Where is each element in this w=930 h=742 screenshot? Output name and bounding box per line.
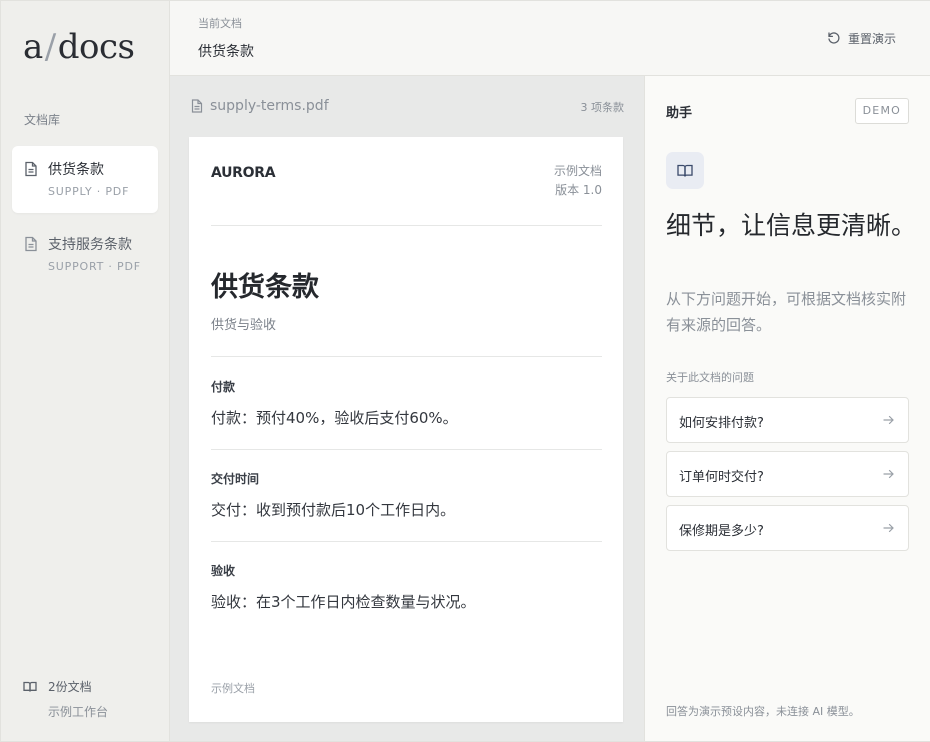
- logo-a: a: [23, 27, 43, 67]
- current-document-label: 当前文档: [198, 17, 242, 30]
- app-window: a/docs 文档库 供货条款 SUPPLY · PDF 支持服务条款 SUPP…: [0, 0, 930, 742]
- sidebar-item-supply[interactable]: 供货条款 SUPPLY · PDF: [12, 146, 158, 213]
- assistant-intro: 从下方问题开始，可根据文档核实附有来源的回答。: [666, 290, 907, 334]
- sidebar-item-subtitle: SUPPLY · PDF: [48, 185, 130, 198]
- questions-label: 关于此文档的问题: [666, 371, 754, 384]
- current-document-title: 供货条款: [198, 44, 254, 60]
- section-body-acceptance: 验收：在3个工作日内检查数量与状况。: [211, 593, 476, 611]
- question-text: 订单何时交付?: [679, 470, 764, 485]
- sidebar-item-title: 支持服务条款: [48, 237, 132, 253]
- document-viewer: supply-terms.pdf 3 项条款 AURORA 示例文档 版本 1.…: [170, 76, 644, 741]
- document-version-tag: 示例文档 版本 1.0: [554, 162, 602, 200]
- file-name: supply-terms.pdf: [210, 98, 329, 114]
- assistant-headline: 细节，让信息更清晰。: [666, 211, 917, 240]
- rotate-ccw-icon: [828, 32, 840, 44]
- assistant-disclaimer: 回答为演示预设内容，未连接 AI 模型。: [666, 705, 860, 718]
- arrow-right-icon: [883, 469, 894, 479]
- document-count: 2份文档: [48, 680, 92, 694]
- assistant-title: 助手: [666, 106, 693, 121]
- question-text: 如何安排付款?: [679, 416, 764, 431]
- top-bar: 当前文档 供货条款 重置演示: [170, 1, 930, 76]
- sidebar-item-subtitle: SUPPORT · PDF: [48, 260, 141, 273]
- book-open-icon: [23, 681, 37, 692]
- divider: [211, 541, 602, 542]
- book-open-icon: [677, 164, 693, 177]
- sidebar: a/docs 文档库 供货条款 SUPPLY · PDF 支持服务条款 SUPP…: [1, 1, 170, 741]
- assistant-panel: 助手 DEMO 细节，让信息更清晰。 从下方问题开始，可根据文档核实附有来源的回…: [644, 76, 930, 741]
- document-subtitle: 供货与验收: [211, 318, 277, 333]
- file-text-icon: [25, 161, 37, 177]
- reset-demo-label: 重置演示: [847, 31, 896, 46]
- clause-count: 3 项条款: [580, 101, 625, 114]
- document-title: 供货条款: [211, 272, 319, 303]
- version-label: 版本 1.0: [555, 183, 602, 197]
- divider: [211, 356, 602, 357]
- suggested-question-payment[interactable]: 如何安排付款?: [666, 397, 909, 443]
- document-page: AURORA 示例文档 版本 1.0 供货条款 供货与验收 付款 付款：预付40…: [189, 137, 623, 722]
- library-label: 文档库: [24, 113, 61, 127]
- section-body-delivery: 交付：收到预付款后10个工作日内。: [211, 501, 456, 519]
- file-text-icon: [25, 236, 37, 252]
- question-text: 保修期是多少?: [679, 524, 764, 539]
- logo-slash: /: [44, 27, 56, 67]
- sidebar-item-support[interactable]: 支持服务条款 SUPPORT · PDF: [12, 221, 158, 288]
- sample-label: 示例文档: [553, 164, 602, 178]
- assistant-icon-tile: [666, 152, 704, 189]
- workspace-name: 示例工作台: [48, 705, 109, 719]
- suggested-question-warranty[interactable]: 保修期是多少?: [666, 505, 909, 551]
- section-title-acceptance: 验收: [211, 564, 236, 578]
- page-footer: 示例文档: [211, 682, 255, 695]
- divider: [211, 225, 602, 226]
- arrow-right-icon: [883, 523, 894, 533]
- logo-docs: docs: [57, 27, 135, 67]
- section-body-payment: 付款：预付40%，验收后支付60%。: [211, 409, 458, 427]
- file-icon: [191, 99, 203, 113]
- section-title-payment: 付款: [211, 380, 236, 394]
- logo: a/docs: [23, 27, 135, 67]
- document-brand: AURORA: [211, 165, 276, 181]
- suggested-question-delivery[interactable]: 订单何时交付?: [666, 451, 909, 497]
- demo-badge: DEMO: [854, 98, 909, 124]
- arrow-right-icon: [883, 415, 894, 425]
- divider: [211, 449, 602, 450]
- sidebar-item-title: 供货条款: [48, 162, 104, 178]
- reset-demo-button[interactable]: 重置演示: [827, 29, 896, 47]
- section-title-delivery: 交付时间: [211, 472, 260, 486]
